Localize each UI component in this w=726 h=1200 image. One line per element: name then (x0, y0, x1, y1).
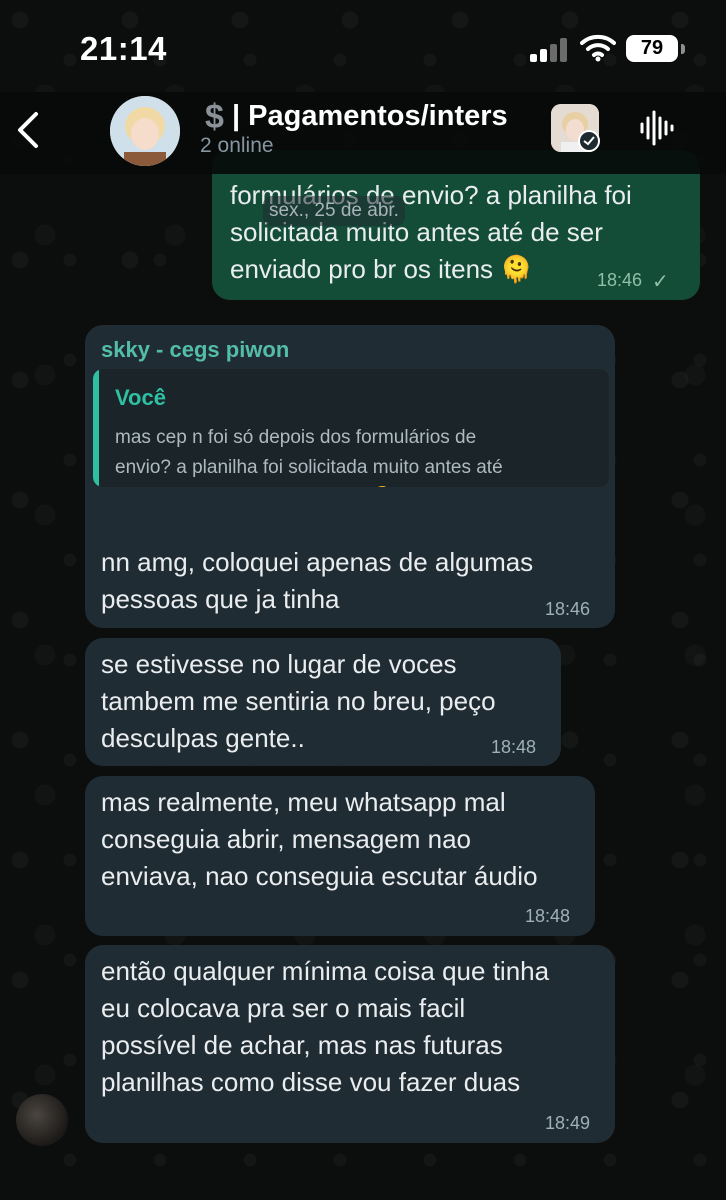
avatar-image (110, 96, 180, 166)
message-text: mas realmente, meu whatsapp mal consegui… (101, 787, 538, 891)
audio-waveform-icon (640, 110, 674, 146)
message-time: 18:49 (545, 1113, 591, 1133)
message-time: 18:46 (545, 599, 591, 619)
quote-author: Você (115, 385, 166, 410)
message-text: se estivesse no lugar de voces tambem me… (101, 649, 496, 753)
sender-name[interactable]: skky - cegs piwon (101, 337, 289, 363)
sent-check-icon: ✓ (652, 271, 669, 293)
group-avatar[interactable] (110, 96, 180, 166)
chat-subtitle: 2 online (200, 134, 274, 157)
check-icon (583, 136, 595, 146)
chevron-left-icon (18, 112, 38, 148)
message-text: formulários de envio? a planilha foi sol… (230, 180, 632, 284)
wifi-icon (580, 34, 616, 62)
chat-header: $ | Pagamentos/inters 2 online (0, 92, 726, 174)
voice-chat-icon[interactable] (636, 108, 676, 148)
date-separator: sex., 25 de abr. (263, 196, 405, 226)
sender-avatar[interactable] (16, 1094, 68, 1146)
message-text: nn amg, coloquei apenas de algumas pesso… (101, 547, 534, 614)
message-time: 18:48 (491, 737, 537, 757)
message-text: então qualquer mínima coisa que tinha eu… (101, 956, 550, 1097)
cellular-signal-icon (530, 38, 570, 62)
status-time: 21:14 (80, 30, 167, 67)
battery-tip (681, 44, 685, 54)
message-time: 18:48 (525, 906, 571, 926)
dollar-icon: $ (205, 98, 224, 136)
chat-title[interactable]: | Pagamentos/inters (232, 100, 508, 133)
incoming-message[interactable]: se estivesse no lugar de voces tambem me… (85, 638, 561, 766)
back-button[interactable] (10, 106, 50, 154)
incoming-message-with-reply[interactable]: skky - cegs piwon Você mas cep n foi só … (85, 325, 615, 628)
quoted-reply[interactable]: Você mas cep n foi só depois dos formulá… (93, 369, 609, 487)
incoming-message[interactable]: mas realmente, meu whatsapp mal consegui… (85, 776, 595, 936)
message-time: 18:46 (597, 270, 643, 290)
quote-text: mas cep n foi só depois dos formulários … (115, 427, 503, 478)
status-badge (578, 130, 600, 152)
status-bar: 21:14 79 (0, 0, 726, 92)
battery-indicator: 79 (626, 35, 678, 62)
quote-accent-bar (93, 369, 99, 487)
incoming-message[interactable]: então qualquer mínima coisa que tinha eu… (85, 945, 615, 1143)
